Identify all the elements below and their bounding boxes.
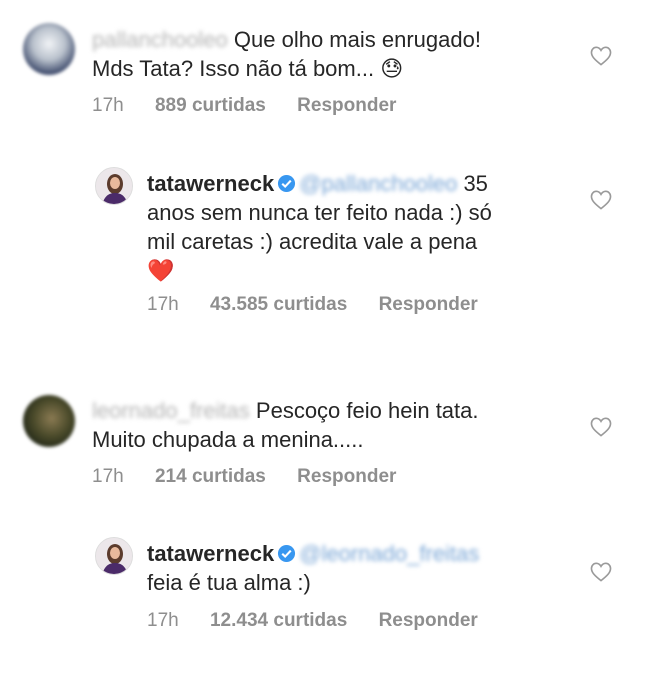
- comment-meta: 17h 889 curtidas Responder: [92, 95, 422, 117]
- reply-button[interactable]: Responder: [379, 294, 478, 315]
- avatar[interactable]: [23, 395, 75, 447]
- sweat-emoji: 😓: [380, 56, 404, 81]
- comment-text: 35: [463, 171, 488, 196]
- comment-text-block: tatawerneck @pallanchooleo 35 anos sem nu…: [147, 169, 567, 285]
- timestamp: 17h: [92, 466, 124, 487]
- comment-text-line2: Muito chupada a menina.....: [92, 427, 364, 452]
- avatar[interactable]: [95, 167, 133, 205]
- likes-count[interactable]: 889 curtidas: [155, 95, 266, 116]
- comment-text-block: leornado_freitas Pescoço feio hein tata.…: [92, 396, 562, 454]
- heart-outline-icon[interactable]: [590, 417, 612, 437]
- comment-text: Pescoço feio hein tata.: [255, 398, 479, 423]
- heart-outline-icon[interactable]: [590, 562, 612, 582]
- username-link[interactable]: pallanchooleo: [92, 27, 228, 52]
- comment-text-block: pallanchooleo Que olho mais enrugado! Md…: [92, 25, 562, 83]
- comment-text-line2: Mds Tata? Isso não tá bom...: [92, 56, 375, 81]
- avatar[interactable]: [23, 23, 75, 75]
- likes-count[interactable]: 43.585 curtidas: [210, 294, 347, 315]
- comment-text-line2: anos sem nunca ter feito nada :) só: [147, 200, 492, 225]
- likes-count[interactable]: 12.434 curtidas: [210, 610, 347, 631]
- mention-link[interactable]: @leornado_freitas: [299, 541, 479, 566]
- comment-item: pallanchooleo Que olho mais enrugado! Md…: [0, 0, 650, 140]
- comment-text: Que olho mais enrugado!: [233, 27, 481, 52]
- comment-text: feia é tua alma :): [147, 570, 311, 595]
- reply-item: tatawerneck @leornado_freitas feia é tua …: [0, 520, 650, 660]
- reply-button[interactable]: Responder: [297, 466, 396, 487]
- mention-link[interactable]: @pallanchooleo: [299, 171, 457, 196]
- reply-button[interactable]: Responder: [297, 95, 396, 116]
- likes-count[interactable]: 214 curtidas: [155, 466, 266, 487]
- comment-meta: 17h 43.585 curtidas Responder: [147, 294, 504, 316]
- verified-badge-icon: [278, 174, 296, 193]
- comment-meta: 17h 12.434 curtidas Responder: [147, 610, 504, 632]
- avatar-photo: [96, 168, 132, 204]
- comment-text-line3: mil caretas :) acredita vale a pena: [147, 229, 478, 254]
- avatar[interactable]: [95, 537, 133, 575]
- verified-badge-icon: [278, 544, 296, 563]
- username-link[interactable]: tatawerneck: [147, 171, 274, 196]
- reply-item: tatawerneck @pallanchooleo 35 anos sem nu…: [0, 150, 650, 330]
- red-heart-emoji: ❤️: [147, 258, 175, 283]
- username-link[interactable]: leornado_freitas: [92, 398, 250, 423]
- timestamp: 17h: [147, 610, 179, 631]
- username-link[interactable]: tatawerneck: [147, 541, 274, 566]
- heart-outline-icon[interactable]: [590, 46, 612, 66]
- comment-meta: 17h 214 curtidas Responder: [92, 466, 422, 488]
- reply-button[interactable]: Responder: [379, 610, 478, 631]
- comment-item: leornado_freitas Pescoço feio hein tata.…: [0, 370, 650, 510]
- avatar-photo: [96, 538, 132, 574]
- heart-outline-icon[interactable]: [590, 190, 612, 210]
- timestamp: 17h: [147, 294, 179, 315]
- comment-text-block: tatawerneck @leornado_freitas feia é tua …: [147, 539, 567, 597]
- timestamp: 17h: [92, 95, 124, 116]
